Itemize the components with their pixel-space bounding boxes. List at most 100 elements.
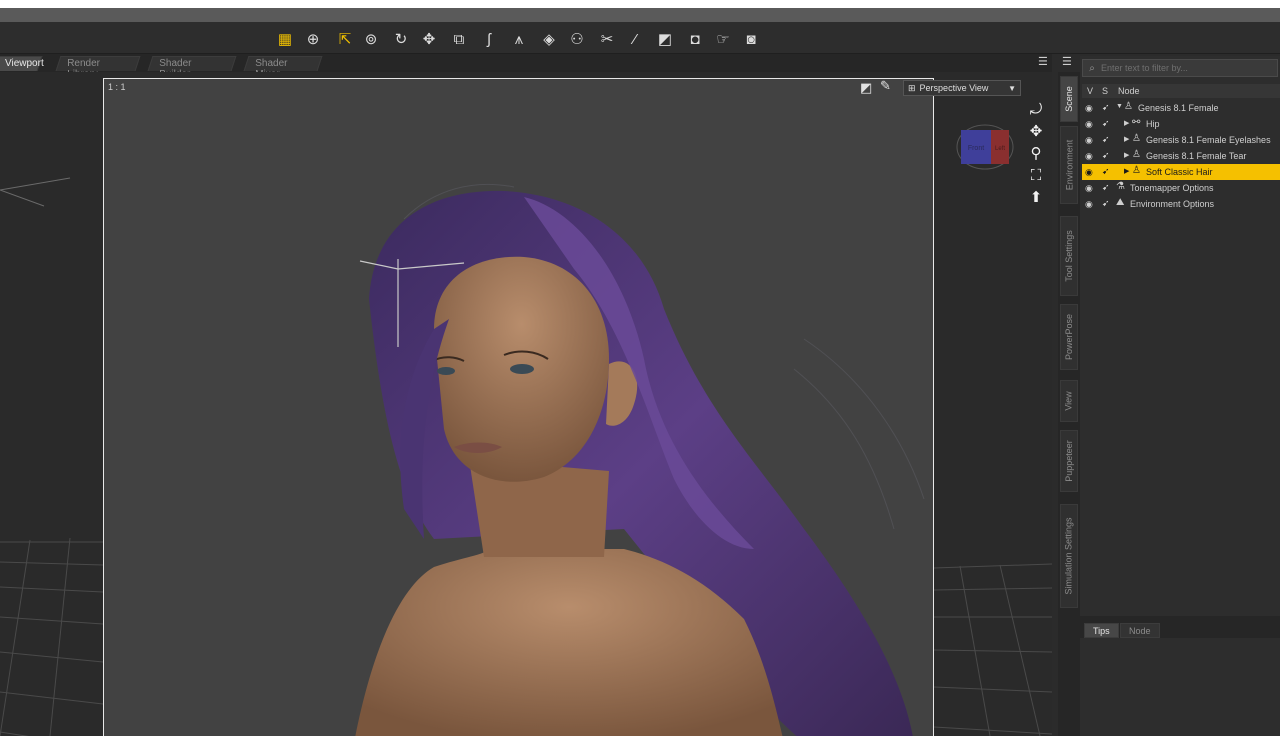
- column-node[interactable]: Node: [1118, 86, 1140, 96]
- surface-tool-icon[interactable]: ⩚: [508, 28, 530, 50]
- visibility-eye-icon[interactable]: ◉: [1085, 103, 1093, 114]
- scene-node-row[interactable]: ◉ ➹ ⚗ Tonemapper Options: [1082, 180, 1280, 196]
- chevron-down-icon: ▼: [1008, 83, 1016, 93]
- translate-tool-icon[interactable]: ✥: [418, 28, 440, 50]
- visibility-eye-icon[interactable]: ◉: [1085, 119, 1093, 130]
- pixel-tool-icon[interactable]: ▦: [274, 28, 296, 50]
- scene-node-row[interactable]: ◉ ➹ ▶ ⚯ Hip: [1082, 116, 1280, 132]
- viewport-tabs-bar: Viewport Render Library Shader Builder S…: [0, 54, 1052, 80]
- grid-view-icon: ⊞: [908, 82, 916, 93]
- tonemapper-icon: ⚗: [1116, 181, 1125, 192]
- scene-tree: ◉ ➹ ▼ ♙ Genesis 8.1 Female ◉ ➹ ▶ ⚯ Hip ◉ ➹ ▶ ♙ Genesis…: [1082, 100, 1280, 212]
- tab-tips[interactable]: Tips: [1084, 623, 1119, 638]
- render-canvas[interactable]: 1 : 1: [103, 78, 934, 736]
- figure-icon: ♙: [1132, 165, 1141, 176]
- scene-node-label: Genesis 8.1 Female: [1138, 103, 1219, 113]
- pan-camera-icon[interactable]: ✥: [1026, 122, 1046, 142]
- figure-icon: ♙: [1132, 149, 1141, 160]
- camera-icon[interactable]: ◙: [740, 28, 762, 50]
- tab-viewport[interactable]: Viewport: [0, 56, 44, 71]
- search-icon: ⌕: [1089, 62, 1095, 74]
- scale-tool-icon[interactable]: ⧉: [448, 28, 470, 50]
- main-toolbar: ▦ ⊕ ⇱ ⊚ ↻ ✥ ⧉ ʃ ⩚ ◈ ⚇ ✂ ⁄ ◩ ◘ ☞ ◙: [0, 22, 1280, 54]
- figure-icon: ♙: [1132, 133, 1141, 144]
- expand-arrow-icon[interactable]: ▶: [1124, 167, 1129, 175]
- render-preview-icon[interactable]: ✎: [880, 78, 891, 94]
- selectable-arrow-icon[interactable]: ➹: [1102, 134, 1110, 145]
- active-pose-icon[interactable]: ✂: [596, 28, 618, 50]
- side-tab-view[interactable]: View: [1060, 380, 1078, 422]
- side-tabs: Scene Environment Tool Settings PowerPos…: [1058, 72, 1080, 736]
- joint-editor-icon[interactable]: ʃ: [478, 28, 500, 50]
- viewport-panel-menu-icon[interactable]: ☰: [1038, 56, 1052, 68]
- scene-column-header: V S Node: [1082, 84, 1280, 98]
- rotate-tool-icon[interactable]: ↻: [390, 28, 412, 50]
- figure-icon: ♙: [1124, 101, 1133, 112]
- universal-tool-icon[interactable]: ⊕: [302, 28, 324, 50]
- selectable-arrow-icon[interactable]: ➹: [1102, 118, 1110, 129]
- side-tab-simulation-settings[interactable]: Simulation Settings: [1060, 504, 1078, 608]
- column-selectable[interactable]: S: [1102, 86, 1108, 96]
- column-visible[interactable]: V: [1087, 86, 1093, 96]
- view-cube[interactable]: Front Left: [955, 122, 1015, 172]
- tab-shader-mixer[interactable]: Shader Mixer: [243, 56, 323, 80]
- view-cube-front-label: Front: [968, 145, 984, 152]
- selectable-arrow-icon[interactable]: ➹: [1102, 182, 1110, 193]
- spot-render-icon[interactable]: ◘: [684, 28, 706, 50]
- scene-node-row[interactable]: ◉ ➹ ▶ ♙ Genesis 8.1 Female Tear: [1082, 148, 1280, 164]
- visibility-eye-icon[interactable]: ◉: [1085, 167, 1093, 178]
- scene-node-row[interactable]: ◉ ➹ ▶ ♙ Soft Classic Hair: [1082, 164, 1280, 180]
- view-cube-left-label: Left: [995, 146, 1005, 152]
- orbit-camera-icon[interactable]: ⤾: [1026, 100, 1046, 120]
- viewport[interactable]: 1 : 1 ◩ ✎ ⊞ Perspective View ▼ Front Lef…: [0, 72, 1052, 736]
- weight-brush-icon[interactable]: ⁄: [624, 28, 646, 50]
- scene-node-label: Environment Options: [1130, 199, 1215, 209]
- selectable-arrow-icon[interactable]: ➹: [1102, 198, 1110, 209]
- tab-render-library[interactable]: Render Library: [55, 56, 141, 80]
- screen-top-strip: [0, 0, 1280, 8]
- pointer-icon[interactable]: ☞: [712, 28, 734, 50]
- tab-node[interactable]: Node: [1120, 623, 1160, 638]
- side-tab-scene[interactable]: Scene: [1060, 76, 1078, 122]
- draw-style-icon[interactable]: ◩: [860, 80, 872, 96]
- reset-camera-icon[interactable]: ⬆: [1026, 188, 1046, 208]
- scene-node-label: Hip: [1146, 119, 1160, 129]
- visibility-eye-icon[interactable]: ◉: [1085, 199, 1093, 210]
- morph-tool-icon[interactable]: ⚇: [566, 28, 588, 50]
- camera-selector[interactable]: ⊞ Perspective View ▼: [903, 80, 1021, 96]
- figure-render: [355, 183, 925, 736]
- title-bar: [0, 8, 1280, 22]
- selectable-arrow-icon[interactable]: ➹: [1102, 166, 1110, 177]
- scene-panel-menu-icon[interactable]: ☰: [1062, 56, 1076, 68]
- geometry-editor-icon[interactable]: ◈: [538, 28, 560, 50]
- zoom-camera-icon[interactable]: ⚲: [1026, 144, 1046, 164]
- selectable-arrow-icon[interactable]: ➹: [1102, 102, 1110, 113]
- expand-arrow-icon[interactable]: ▶: [1124, 119, 1129, 127]
- side-tab-powerpose[interactable]: PowerPose: [1060, 304, 1078, 370]
- visibility-eye-icon[interactable]: ◉: [1085, 135, 1093, 146]
- visibility-eye-icon[interactable]: ◉: [1085, 183, 1093, 194]
- geometry-sculptor-icon[interactable]: ◩: [654, 28, 676, 50]
- frame-camera-icon[interactable]: ⛶: [1026, 166, 1046, 186]
- node-selection-icon[interactable]: ⇱: [334, 28, 356, 50]
- scene-panel: ⌕ V S Node ◉➹▼♙Genesis 8.1 Female◉➹▶⚯Hip…: [1080, 56, 1280, 616]
- scene-node-label: Tonemapper Options: [1130, 183, 1214, 193]
- selectable-arrow-icon[interactable]: ➹: [1102, 150, 1110, 161]
- side-tab-tool-settings[interactable]: Tool Settings: [1060, 216, 1078, 296]
- scene-node-label: Soft Classic Hair: [1146, 167, 1213, 177]
- scene-node-label: Genesis 8.1 Female Eyelashes: [1146, 135, 1271, 145]
- tab-shader-builder[interactable]: Shader Builder: [147, 56, 237, 80]
- scene-node-row[interactable]: ◉ ➹ ▶ ♙ Genesis 8.1 Female Eyelashes: [1082, 132, 1280, 148]
- scene-node-row[interactable]: ◉ ➹ ⛰ Environment Options: [1082, 196, 1280, 212]
- scene-node-row[interactable]: ◉ ➹ ▼ ♙ Genesis 8.1 Female: [1082, 100, 1280, 116]
- expand-arrow-icon[interactable]: ▶: [1124, 151, 1129, 159]
- collapse-arrow-icon[interactable]: ▼: [1116, 103, 1123, 110]
- visibility-eye-icon[interactable]: ◉: [1085, 151, 1093, 162]
- region-nav-icon[interactable]: ⊚: [360, 28, 382, 50]
- tips-tabs: Tips Node: [1080, 622, 1280, 638]
- tips-panel: Tips Node: [1080, 622, 1280, 736]
- side-tab-environment[interactable]: Environment: [1060, 126, 1078, 204]
- side-tab-puppeteer[interactable]: Puppeteer: [1060, 430, 1078, 492]
- scene-filter-input[interactable]: [1101, 63, 1271, 73]
- expand-arrow-icon[interactable]: ▶: [1124, 135, 1129, 143]
